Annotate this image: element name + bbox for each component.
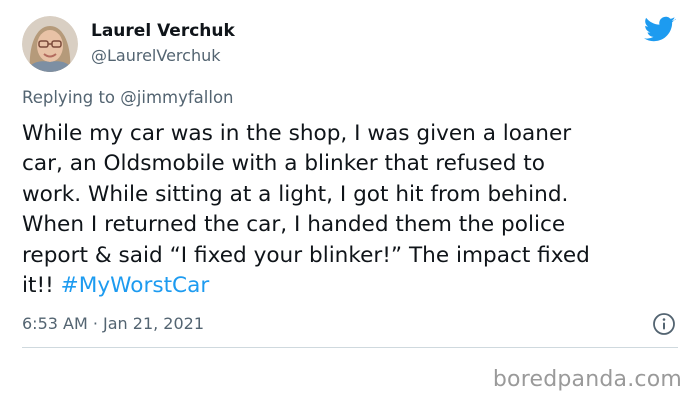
watermark-text: boredpanda.com	[492, 367, 682, 392]
tweet-line: work. While sitting at a light, I got hi…	[22, 181, 569, 207]
tweet-line-text: it!!	[22, 273, 61, 299]
reply-mention-link[interactable]: @jimmyfallon	[120, 88, 233, 107]
tweet-line: report & said “I fixed your blinker!” Th…	[22, 242, 590, 268]
tweet-text: While my car was in the shop, I was give…	[22, 119, 682, 301]
divider	[22, 347, 678, 348]
reply-prefix: Replying to	[22, 88, 121, 107]
reply-context: Replying to @jimmyfallon	[22, 88, 234, 107]
info-icon[interactable]	[652, 312, 676, 336]
avatar-image	[22, 16, 78, 72]
hashtag-link[interactable]: #MyWorstCar	[61, 273, 210, 298]
author-handle[interactable]: @LaurelVerchuk	[91, 46, 221, 65]
avatar[interactable]	[22, 16, 78, 72]
author-display-name[interactable]: Laurel Verchuk	[91, 21, 235, 41]
tweet-timestamp[interactable]: 6:53 AM · Jan 21, 2021	[22, 314, 204, 333]
tweet-line: When I returned the car, I handed them t…	[22, 212, 566, 238]
tweet-line: While my car was in the shop, I was give…	[22, 121, 572, 146]
tweet-last-line: it!! #MyWorstCar	[22, 271, 682, 301]
tweet-line: car, an Oldsmobile with a blinker that r…	[22, 151, 545, 177]
twitter-bird-icon[interactable]	[644, 16, 676, 44]
